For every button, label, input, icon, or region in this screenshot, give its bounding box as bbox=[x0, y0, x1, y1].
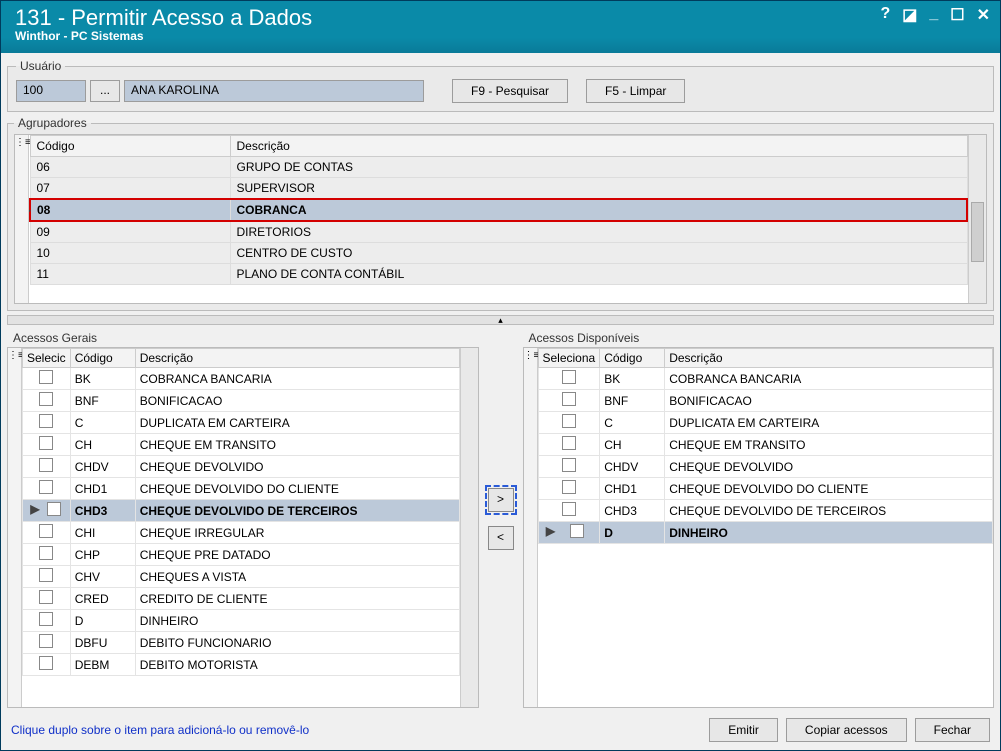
list-item[interactable]: CREDCREDITO DE CLIENTE bbox=[23, 588, 460, 610]
table-row[interactable]: 09DIRETORIOS bbox=[30, 221, 967, 243]
usuario-code-input[interactable]: 100 bbox=[16, 80, 86, 102]
checkbox[interactable] bbox=[562, 436, 576, 450]
emitir-button[interactable]: Emitir bbox=[709, 718, 778, 742]
acessos-gerais-menu-icon[interactable]: ⋮≡ bbox=[8, 348, 22, 707]
checkbox[interactable] bbox=[39, 524, 53, 538]
table-row[interactable]: 10CENTRO DE CUSTO bbox=[30, 243, 967, 264]
acessos-disponiveis-panel: Acessos Disponíveis ⋮≡ Seleciona Código … bbox=[523, 329, 995, 708]
list-item[interactable]: CHD3CHEQUE DEVOLVIDO DE TERCEIROS bbox=[538, 500, 993, 522]
checkbox[interactable] bbox=[570, 524, 584, 538]
list-item[interactable]: CHICHEQUE IRREGULAR bbox=[23, 522, 460, 544]
footer: Clique duplo sobre o item para adicioná-… bbox=[7, 712, 994, 744]
list-item[interactable]: BNFBONIFICACAO bbox=[23, 390, 460, 412]
agrupadores-col-codigo[interactable]: Código bbox=[30, 136, 230, 157]
titlebar: 131 - Permitir Acesso a Dados Winthor - … bbox=[1, 1, 1000, 53]
agrupadores-col-descricao[interactable]: Descrição bbox=[230, 136, 967, 157]
help-icon[interactable]: ? bbox=[880, 5, 890, 25]
checkbox[interactable] bbox=[39, 612, 53, 626]
list-item[interactable]: DEBMDEBITO MOTORISTA bbox=[23, 654, 460, 676]
table-row[interactable]: 07SUPERVISOR bbox=[30, 178, 967, 200]
checkbox[interactable] bbox=[39, 480, 53, 494]
agrupadores-scrollbar[interactable] bbox=[968, 135, 986, 303]
search-button[interactable]: F9 - Pesquisar bbox=[452, 79, 568, 103]
checkbox[interactable] bbox=[562, 414, 576, 428]
checkbox[interactable] bbox=[562, 458, 576, 472]
fechar-button[interactable]: Fechar bbox=[915, 718, 990, 742]
list-item[interactable]: CDUPLICATA EM CARTEIRA bbox=[23, 412, 460, 434]
list-item[interactable]: BKCOBRANCA BANCARIA bbox=[538, 368, 993, 390]
transfer-buttons: > < bbox=[483, 329, 519, 708]
checkbox[interactable] bbox=[39, 370, 53, 384]
acessos-gerais-scrollbar[interactable] bbox=[460, 348, 478, 707]
list-item[interactable]: CHVCHEQUES A VISTA bbox=[23, 566, 460, 588]
checkbox[interactable] bbox=[39, 656, 53, 670]
list-item[interactable]: DBFUDEBITO FUNCIONARIO bbox=[23, 632, 460, 654]
checkbox[interactable] bbox=[562, 480, 576, 494]
list-item[interactable]: CHCHEQUE EM TRANSITO bbox=[538, 434, 993, 456]
checkbox[interactable] bbox=[562, 392, 576, 406]
list-item[interactable]: CHDVCHEQUE DEVOLVIDO bbox=[538, 456, 993, 478]
checkbox[interactable] bbox=[39, 590, 53, 604]
close-icon[interactable]: ✕ bbox=[977, 5, 990, 25]
list-item[interactable]: ▶DDINHEIRO bbox=[538, 522, 993, 544]
checkbox[interactable] bbox=[562, 370, 576, 384]
list-item[interactable]: BKCOBRANCA BANCARIA bbox=[23, 368, 460, 390]
acessos-gerais-title: Acessos Gerais bbox=[13, 331, 479, 345]
checkbox[interactable] bbox=[39, 392, 53, 406]
checkbox[interactable] bbox=[39, 546, 53, 560]
window-title: 131 - Permitir Acesso a Dados bbox=[15, 5, 312, 31]
checkbox[interactable] bbox=[39, 634, 53, 648]
usuario-group: Usuário 100 ... ANA KAROLINA F9 - Pesqui… bbox=[7, 59, 994, 112]
splitter-handle[interactable]: ▴ bbox=[7, 315, 994, 325]
ag-col-descricao[interactable]: Descrição bbox=[135, 349, 459, 368]
list-item[interactable]: ▶CHD3CHEQUE DEVOLVIDO DE TERCEIROS bbox=[23, 500, 460, 522]
move-right-button[interactable]: > bbox=[488, 488, 514, 512]
agrupadores-group: Agrupadores ⋮≡ Código Descrição 06GRUPO … bbox=[7, 116, 994, 311]
list-item[interactable]: CHPCHEQUE PRE DATADO bbox=[23, 544, 460, 566]
acessos-disponiveis-menu-icon[interactable]: ⋮≡ bbox=[524, 348, 538, 707]
usuario-legend: Usuário bbox=[16, 59, 65, 73]
usuario-name-input[interactable]: ANA KAROLINA bbox=[124, 80, 424, 102]
ad-col-descricao[interactable]: Descrição bbox=[665, 349, 993, 368]
copiar-acessos-button[interactable]: Copiar acessos bbox=[786, 718, 907, 742]
pin-icon[interactable]: ◪ bbox=[902, 5, 917, 25]
ad-col-select[interactable]: Seleciona bbox=[538, 349, 600, 368]
list-item[interactable]: CHCHEQUE EM TRANSITO bbox=[23, 434, 460, 456]
ag-col-codigo[interactable]: Código bbox=[70, 349, 135, 368]
list-item[interactable]: DDINHEIRO bbox=[23, 610, 460, 632]
list-item[interactable]: CHD1CHEQUE DEVOLVIDO DO CLIENTE bbox=[538, 478, 993, 500]
clear-button[interactable]: F5 - Limpar bbox=[586, 79, 685, 103]
ag-col-select[interactable]: Selecic bbox=[23, 349, 71, 368]
list-item[interactable]: CHD1CHEQUE DEVOLVIDO DO CLIENTE bbox=[23, 478, 460, 500]
window-subtitle: Winthor - PC Sistemas bbox=[15, 29, 312, 43]
checkbox[interactable] bbox=[39, 568, 53, 582]
list-item[interactable]: CHDVCHEQUE DEVOLVIDO bbox=[23, 456, 460, 478]
maximize-icon[interactable]: ☐ bbox=[950, 5, 964, 25]
footer-hint: Clique duplo sobre o item para adicioná-… bbox=[11, 723, 701, 737]
table-row[interactable]: ▶08COBRANCA bbox=[30, 199, 967, 221]
ad-col-codigo[interactable]: Código bbox=[600, 349, 665, 368]
minimize-icon[interactable]: _ bbox=[929, 5, 938, 25]
list-item[interactable]: CDUPLICATA EM CARTEIRA bbox=[538, 412, 993, 434]
app-window: 131 - Permitir Acesso a Dados Winthor - … bbox=[0, 0, 1001, 751]
checkbox[interactable] bbox=[39, 458, 53, 472]
checkbox[interactable] bbox=[39, 414, 53, 428]
client-area: Usuário 100 ... ANA KAROLINA F9 - Pesqui… bbox=[1, 53, 1000, 750]
checkbox[interactable] bbox=[39, 436, 53, 450]
agrupadores-menu-icon[interactable]: ⋮≡ bbox=[15, 135, 29, 303]
list-item[interactable]: BNFBONIFICACAO bbox=[538, 390, 993, 412]
usuario-lookup-button[interactable]: ... bbox=[90, 80, 120, 102]
table-row[interactable]: 06GRUPO DE CONTAS bbox=[30, 157, 967, 178]
table-row[interactable]: 11PLANO DE CONTA CONTÁBIL bbox=[30, 264, 967, 285]
acessos-disponiveis-title: Acessos Disponíveis bbox=[529, 331, 995, 345]
move-left-button[interactable]: < bbox=[488, 526, 514, 550]
checkbox[interactable] bbox=[562, 502, 576, 516]
agrupadores-legend: Agrupadores bbox=[14, 116, 91, 130]
checkbox[interactable] bbox=[47, 502, 61, 516]
acessos-gerais-panel: Acessos Gerais ⋮≡ Selecic Código Descriç… bbox=[7, 329, 479, 708]
